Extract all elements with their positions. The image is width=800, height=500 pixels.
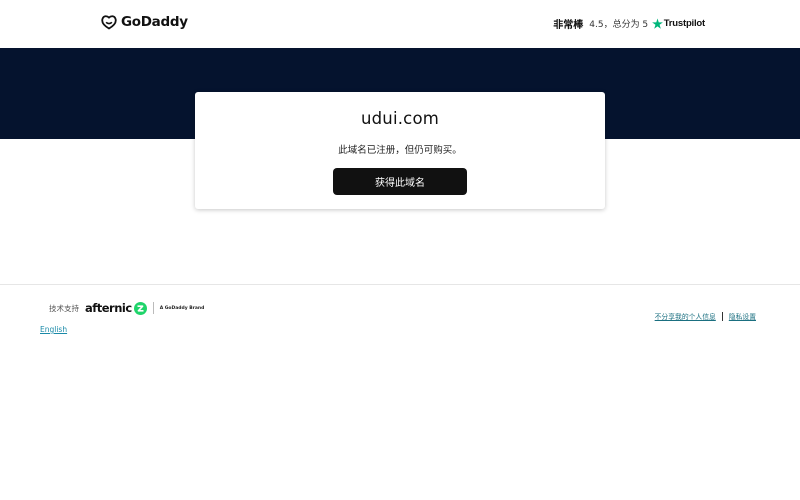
header: GoDaddy 非常棒 4.5，总分为 5 ★ Trustpilot [0,0,800,48]
trustpilot-label: Trustpilot [663,18,705,29]
footer-divider [0,284,800,285]
rating-score: 4.5，总分为 5 [589,20,649,30]
domain-card: udui.com 此域名已注册，但仍可购买。 获得此域名 [195,92,605,209]
afternic-logo-icon [133,301,147,315]
trustpilot-rating: 非常棒 4.5，总分为 5 ★ Trustpilot [553,16,705,32]
do-not-share-link[interactable]: 不分享我的个人信息 [655,311,716,321]
godaddy-logo-icon [101,15,117,30]
godaddy-brand-text: A GoDaddy Brand [159,305,205,311]
legal-links: 不分享我的个人信息 隐私设置 [655,311,756,321]
godaddy-logo[interactable]: GoDaddy [100,14,188,30]
trustpilot-brand: ★ Trustpilot [652,16,705,31]
domain-status: 此域名已注册，但仍可购买。 [338,145,462,156]
logo-text: GoDaddy [121,14,188,30]
afternic-logo[interactable]: afternic A GoDaddy Brand [85,301,204,315]
trustpilot-star-icon: ★ [652,16,663,31]
domain-name: udui.com [360,109,440,128]
powered-label: 技术支持 [49,303,79,313]
rating-word: 非常棒 [553,20,584,31]
language-link[interactable]: English [40,325,67,334]
legal-separator [721,311,723,321]
get-domain-button[interactable]: 获得此域名 [333,168,467,195]
afternic-divider [152,302,154,314]
privacy-settings-link[interactable]: 隐私设置 [729,311,756,321]
powered-by: 技术支持 afternic A GoDaddy Brand [49,301,204,315]
afternic-text: afternic [85,301,132,315]
